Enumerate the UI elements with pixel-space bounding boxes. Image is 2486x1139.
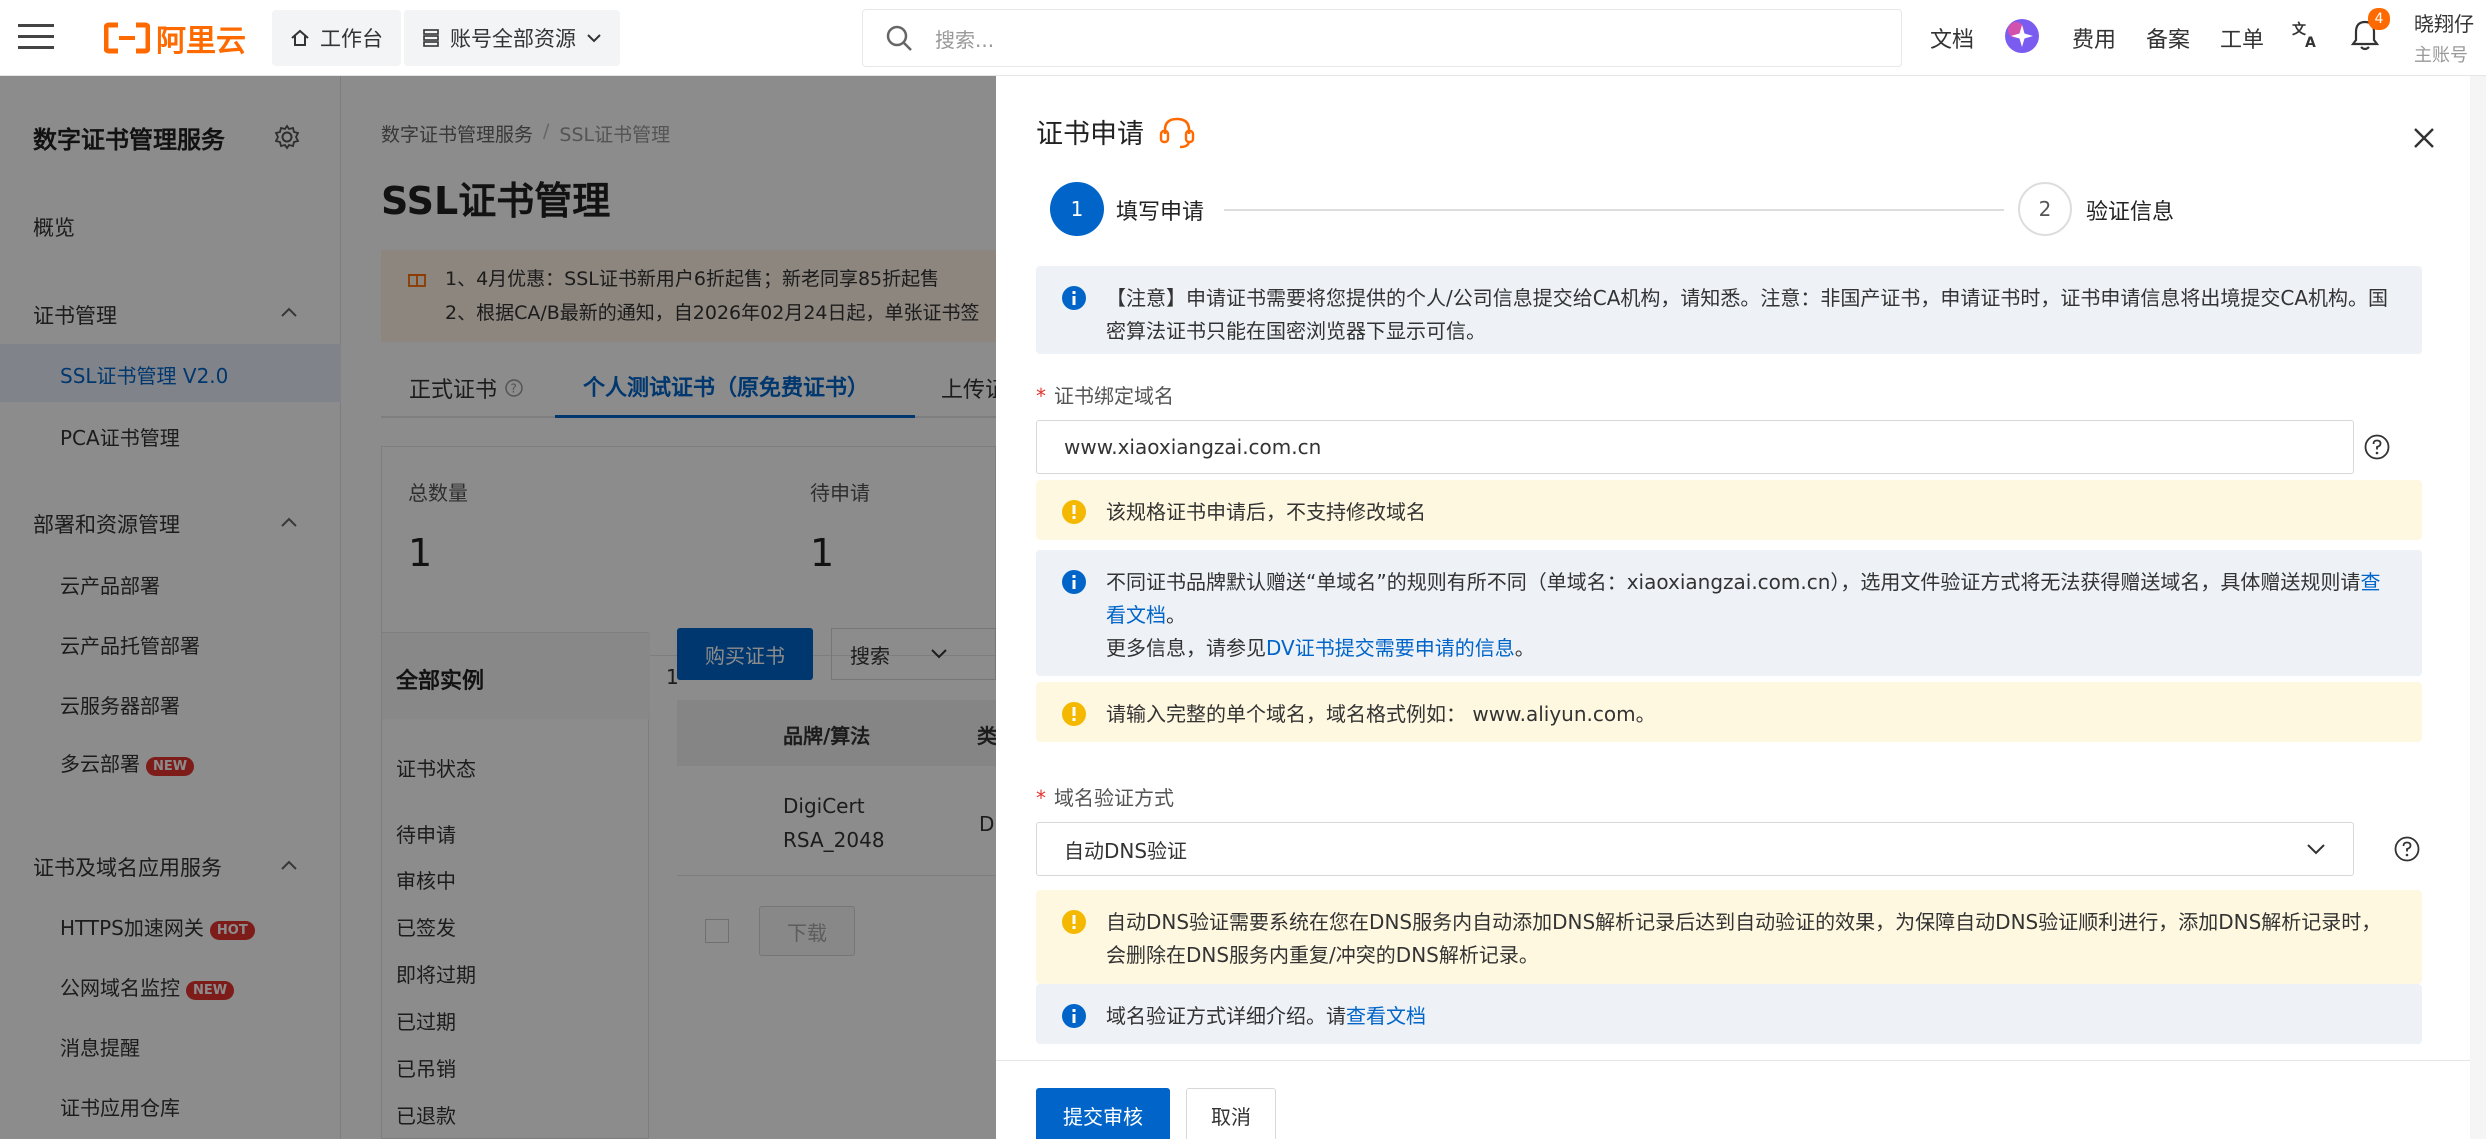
- user-account[interactable]: 晓翔仔 主账号: [2414, 8, 2474, 67]
- verify-method-info: 域名验证方式详细介绍。请查看文档: [1036, 984, 2422, 1044]
- auto-dns-text: 自动DNS验证需要系统在您在DNS服务内自动添加DNS解析记录后达到自动验证的效…: [1106, 910, 2382, 967]
- drawer-header: 证书申请: [1036, 112, 1196, 151]
- ca-notice-text: 【注意】申请证书需要将您提供的个人/公司信息提交给CA机构，请知悉。注意：非国产…: [1106, 286, 2389, 343]
- domain-field-label: * 证书绑定域名: [1036, 384, 1174, 408]
- global-search[interactable]: 搜索...: [862, 9, 1902, 67]
- drawer-title: 证书申请: [1036, 119, 1144, 150]
- nav-billing[interactable]: 费用: [2072, 22, 2116, 54]
- close-icon[interactable]: [2412, 126, 2436, 150]
- svg-text:A: A: [2305, 35, 2316, 49]
- dv-info-link[interactable]: DV证书提交需要申请的信息: [1266, 636, 1515, 660]
- cancel-button[interactable]: 取消: [1186, 1088, 1276, 1139]
- domain-immutable-text: 该规格证书申请后，不支持修改域名: [1106, 500, 1426, 524]
- domain-label-text: 证书绑定域名: [1054, 384, 1174, 408]
- aliyun-logo[interactable]: 阿里云: [104, 16, 246, 60]
- verify-info-text: 域名验证方式详细介绍。请: [1106, 1004, 1346, 1028]
- list-icon: [423, 29, 439, 47]
- cert-application-drawer: 证书申请 1 填写申请 2 验证信息 【注意】申请证书需要将您提供的个人/公司信…: [996, 76, 2486, 1139]
- verify-label-text: 域名验证方式: [1054, 786, 1174, 810]
- resources-label: 账号全部资源: [450, 27, 576, 51]
- step-1-label: 填写申请: [1116, 200, 1205, 225]
- aliyun-logo-icon: [104, 22, 150, 54]
- warning-icon: [1062, 910, 1086, 934]
- customer-service-icon[interactable]: [1158, 114, 1196, 150]
- user-name: 晓翔仔: [2414, 12, 2474, 36]
- user-role: 主账号: [2414, 45, 2468, 66]
- gift-domain-info: 不同证书品牌默认赠送“单域名”的规则有所不同（单域名：xiaoxiangzai.…: [1036, 550, 2422, 676]
- top-navigation-bar: 阿里云 工作台 账号全部资源 搜索... 文档 费用 备案 工单 文A 4 晓翔…: [0, 0, 2486, 76]
- chevron-down-icon: [2307, 844, 2325, 855]
- auto-dns-warning: 自动DNS验证需要系统在您在DNS服务内自动添加DNS解析记录后达到自动验证的效…: [1036, 890, 2422, 984]
- domain-input[interactable]: www.xiaoxiangzai.com.cn: [1036, 420, 2354, 474]
- verify-field-label: * 域名验证方式: [1036, 786, 1174, 810]
- chevron-down-icon: [587, 34, 601, 43]
- warning-icon: [1062, 702, 1086, 726]
- resources-dropdown[interactable]: 账号全部资源: [404, 10, 620, 66]
- ai-assistant-icon[interactable]: [2004, 18, 2040, 54]
- ca-notice-alert: 【注意】申请证书需要将您提供的个人/公司信息提交给CA机构，请知悉。注意：非国产…: [1036, 266, 2422, 354]
- domain-format-warning: 请输入完整的单个域名，域名格式例如： www.aliyun.com。: [1036, 682, 2422, 742]
- gift-more-text: 更多信息，请参见: [1106, 636, 1266, 660]
- drawer-scrollbar[interactable]: [2470, 76, 2486, 1139]
- footer-divider: [996, 1060, 2486, 1061]
- verify-method-select[interactable]: 自动DNS验证: [1036, 822, 2354, 876]
- gift-info-end: 。: [1166, 603, 1186, 627]
- notification-badge: 4: [2368, 8, 2390, 30]
- notification-bell[interactable]: 4: [2350, 8, 2390, 52]
- workbench-label: 工作台: [320, 27, 383, 51]
- menu-icon[interactable]: [18, 22, 54, 52]
- warning-icon: [1062, 500, 1086, 524]
- step-2-indicator: 2: [2018, 182, 2072, 236]
- domain-input-value: www.xiaoxiangzai.com.cn: [1064, 435, 1322, 459]
- info-icon: [1062, 1004, 1086, 1028]
- nav-icp[interactable]: 备案: [2146, 22, 2190, 54]
- nav-docs[interactable]: 文档: [1930, 22, 1974, 54]
- search-icon: [886, 25, 912, 51]
- step-connector: [1224, 209, 2004, 211]
- step-1-indicator: 1: [1050, 182, 1104, 236]
- workbench-button[interactable]: 工作台: [272, 10, 401, 66]
- verify-method-value: 自动DNS验证: [1064, 838, 1188, 863]
- modal-overlay[interactable]: [0, 76, 996, 1139]
- domain-format-text: 请输入完整的单个域名，域名格式例如： www.aliyun.com。: [1106, 702, 1656, 726]
- info-icon: [1062, 286, 1086, 310]
- logo-text: 阿里云: [156, 24, 246, 59]
- home-icon: [291, 29, 309, 46]
- submit-review-button[interactable]: 提交审核: [1036, 1088, 1170, 1139]
- language-icon[interactable]: 文A: [2292, 19, 2320, 49]
- verify-docs-link[interactable]: 查看文档: [1346, 1004, 1426, 1028]
- gift-info-body: 不同证书品牌默认赠送“单域名”的规则有所不同（单域名：xiaoxiangzai.…: [1106, 566, 2392, 665]
- help-circle-icon[interactable]: [2394, 836, 2420, 862]
- step-2-label: 验证信息: [2086, 200, 2175, 225]
- domain-immutable-warning: 该规格证书申请后，不支持修改域名: [1036, 480, 2422, 540]
- nav-ticket[interactable]: 工单: [2220, 22, 2264, 54]
- info-icon: [1062, 570, 1086, 594]
- search-placeholder: 搜索...: [935, 27, 995, 52]
- help-circle-icon[interactable]: [2364, 434, 2390, 460]
- gift-more-end: 。: [1514, 636, 1535, 660]
- gift-info-text: 不同证书品牌默认赠送“单域名”的规则有所不同（单域名：xiaoxiangzai.…: [1106, 570, 2361, 594]
